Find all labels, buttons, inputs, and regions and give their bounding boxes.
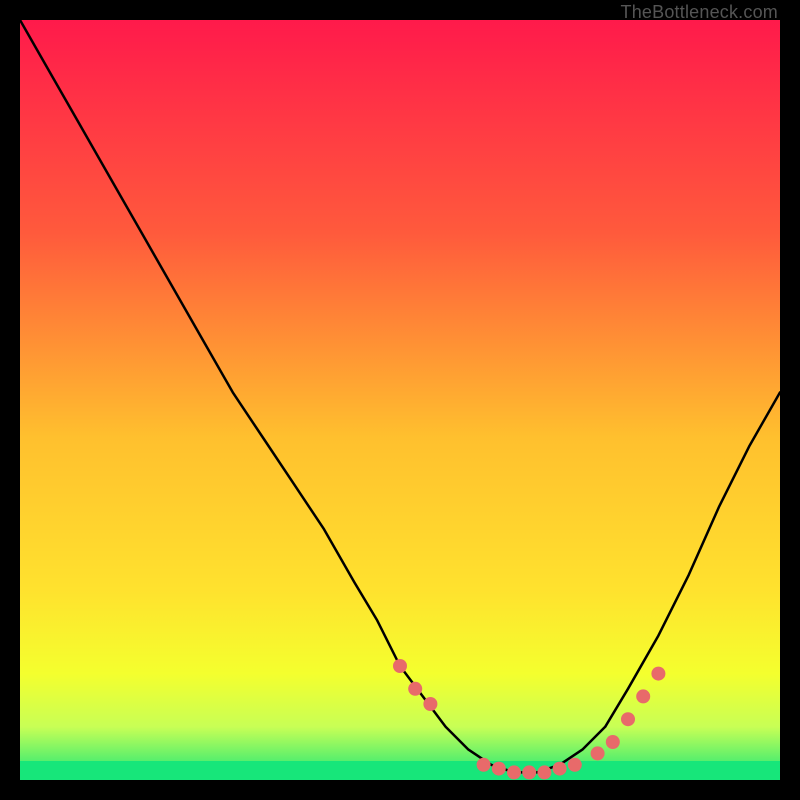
data-point [553, 762, 567, 776]
watermark-text: TheBottleneck.com [621, 2, 778, 23]
data-point [621, 712, 635, 726]
data-point [537, 765, 551, 779]
data-point [651, 667, 665, 681]
data-point [492, 762, 506, 776]
data-point [393, 659, 407, 673]
data-point [591, 746, 605, 760]
data-point [522, 765, 536, 779]
data-point [636, 689, 650, 703]
data-point [606, 735, 620, 749]
data-point [507, 765, 521, 779]
data-point [568, 758, 582, 772]
chart-frame [20, 20, 780, 780]
data-point [408, 682, 422, 696]
data-point [423, 697, 437, 711]
data-point [477, 758, 491, 772]
green-band [20, 761, 780, 780]
bottleneck-chart [20, 20, 780, 780]
